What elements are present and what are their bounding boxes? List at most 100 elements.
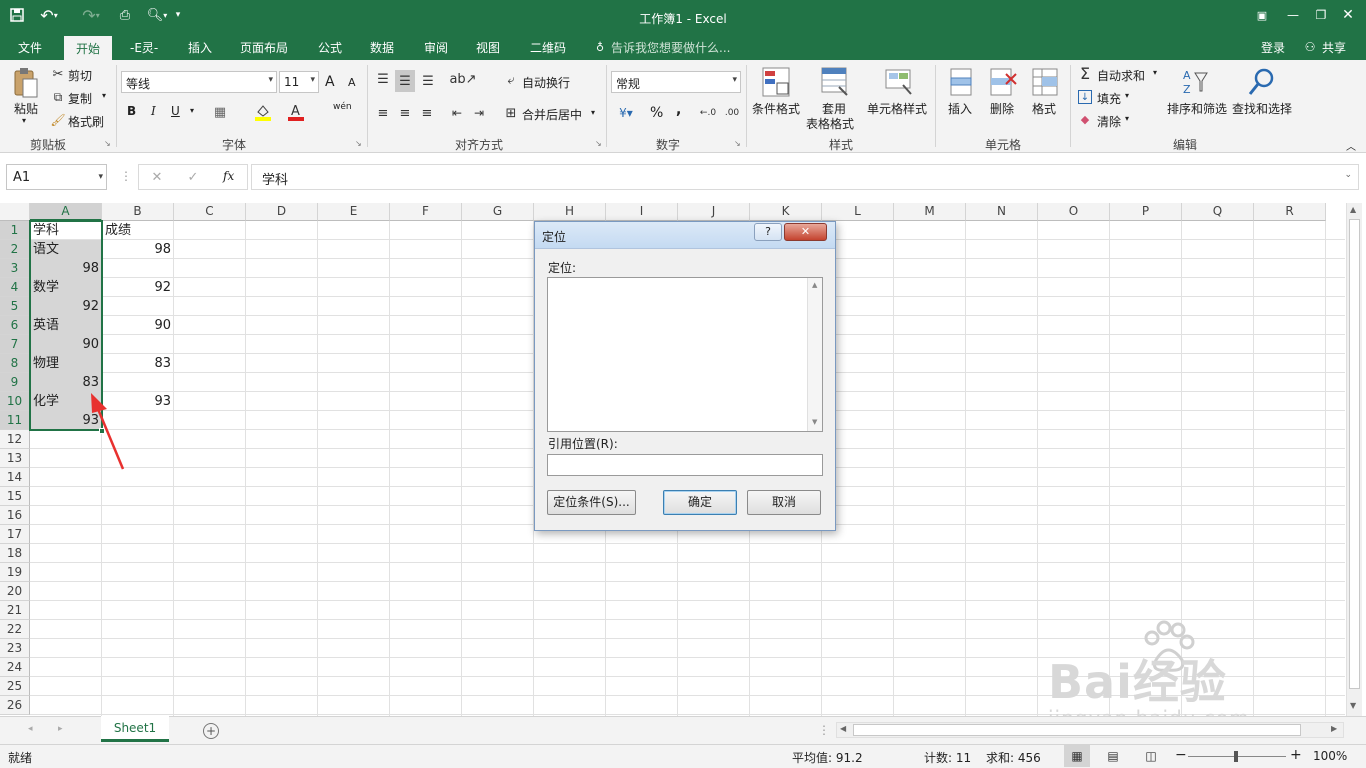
format-painter-button[interactable]: 格式刷 bbox=[68, 113, 104, 130]
cell-b4[interactable]: 92 bbox=[102, 278, 174, 297]
align-right-icon[interactable]: ≡ bbox=[418, 104, 436, 122]
close-icon[interactable]: ✕ bbox=[1340, 7, 1356, 23]
cell-b8[interactable]: 83 bbox=[102, 354, 174, 373]
row-header-16[interactable]: 16 bbox=[0, 506, 30, 525]
cell-b1[interactable]: 成绩 bbox=[102, 221, 174, 240]
paste-dropdown-icon[interactable]: ▾ bbox=[22, 116, 26, 125]
row-header-9[interactable]: 9 bbox=[0, 373, 30, 392]
cut-button[interactable]: 剪切 bbox=[68, 67, 92, 84]
copy-dropdown-icon[interactable]: ▾ bbox=[102, 91, 106, 100]
row-header-26[interactable]: 26 bbox=[0, 696, 30, 715]
tab-eling[interactable]: -E灵- bbox=[130, 39, 158, 56]
merge-center-icon[interactable]: ⊞ bbox=[502, 104, 520, 122]
copy-icon[interactable]: ⧉ bbox=[50, 89, 66, 105]
select-all-corner[interactable] bbox=[0, 203, 30, 221]
cell-a2[interactable]: 语文 bbox=[30, 240, 102, 259]
clear-dropdown-icon[interactable]: ▾ bbox=[1125, 114, 1129, 123]
goto-listbox[interactable]: ▲ ▼ bbox=[547, 277, 823, 432]
insert-cells-button[interactable]: 插入 bbox=[948, 100, 972, 117]
align-bottom-icon[interactable]: ☰ bbox=[419, 72, 437, 90]
row-header-11[interactable]: 11 bbox=[0, 411, 30, 430]
row-header-2[interactable]: 2 bbox=[0, 240, 30, 259]
align-middle-icon[interactable]: ☰ bbox=[395, 70, 415, 92]
font-name-combo[interactable]: 等线 ▾ bbox=[121, 71, 277, 93]
copy-button[interactable]: 复制 bbox=[68, 90, 92, 107]
row-header-15[interactable]: 15 bbox=[0, 487, 30, 506]
dialog-close-button[interactable]: ✕ bbox=[784, 223, 827, 241]
row-header-6[interactable]: 6 bbox=[0, 316, 30, 335]
number-launcher-icon[interactable]: ↘ bbox=[734, 139, 741, 148]
find-select-icon[interactable] bbox=[1246, 66, 1276, 98]
page-layout-view-icon[interactable]: ▤ bbox=[1104, 747, 1122, 765]
maximize-icon[interactable]: ❐ bbox=[1313, 7, 1329, 23]
prev-sheet-icon[interactable]: ◂ bbox=[28, 724, 33, 734]
row-header-1[interactable]: 1 bbox=[0, 221, 30, 240]
column-header-h[interactable]: H bbox=[534, 203, 606, 221]
underline-dropdown-icon[interactable]: ▾ bbox=[190, 106, 194, 115]
border-icon[interactable]: ▦ bbox=[212, 104, 228, 120]
fill-down-icon[interactable]: ↓ bbox=[1078, 90, 1092, 104]
cell-b2[interactable]: 98 bbox=[102, 240, 174, 259]
format-cells-button[interactable]: 格式 bbox=[1032, 100, 1056, 117]
row-header-4[interactable]: 4 bbox=[0, 278, 30, 297]
listbox-scrollbar[interactable]: ▲ ▼ bbox=[807, 278, 822, 431]
wrap-text-button[interactable]: 自动换行 bbox=[522, 74, 570, 91]
clear-button[interactable]: 清除 bbox=[1097, 113, 1121, 130]
phonetic-button[interactable]: wén bbox=[333, 102, 352, 112]
reference-input[interactable] bbox=[547, 454, 823, 476]
cell-a5[interactable]: 92 bbox=[30, 297, 102, 316]
cell-styles-icon[interactable] bbox=[884, 66, 914, 98]
dialog-help-button[interactable]: ? bbox=[754, 223, 782, 241]
cell-b6[interactable]: 90 bbox=[102, 316, 174, 335]
row-header-13[interactable]: 13 bbox=[0, 449, 30, 468]
font-color-icon[interactable]: A bbox=[287, 103, 305, 121]
merge-dropdown-icon[interactable]: ▾ bbox=[591, 108, 595, 117]
tab-file[interactable]: 文件 bbox=[18, 39, 42, 56]
italic-button[interactable]: I bbox=[151, 104, 156, 118]
cell-a6[interactable]: 英语 bbox=[30, 316, 102, 335]
column-header-g[interactable]: G bbox=[462, 203, 534, 221]
ok-button[interactable]: 确定 bbox=[663, 490, 737, 515]
column-header-e[interactable]: E bbox=[318, 203, 390, 221]
row-header-23[interactable]: 23 bbox=[0, 639, 30, 658]
insert-cells-icon[interactable] bbox=[946, 66, 976, 98]
align-center-icon[interactable]: ≡ bbox=[396, 104, 414, 122]
column-header-f[interactable]: F bbox=[390, 203, 462, 221]
row-header-5[interactable]: 5 bbox=[0, 297, 30, 316]
scroll-left-icon[interactable]: ◀ bbox=[840, 724, 846, 733]
cell-a8[interactable]: 物理 bbox=[30, 354, 102, 373]
zoom-in-button[interactable]: + bbox=[1290, 747, 1302, 763]
clipboard-launcher-icon[interactable]: ↘ bbox=[104, 139, 111, 148]
cell-styles-button[interactable]: 单元格样式 bbox=[867, 100, 927, 117]
row-header-14[interactable]: 14 bbox=[0, 468, 30, 487]
row-header-17[interactable]: 17 bbox=[0, 525, 30, 544]
autosum-icon[interactable]: Σ bbox=[1077, 64, 1093, 83]
align-top-icon[interactable]: ☰ bbox=[374, 70, 392, 88]
bold-button[interactable]: B bbox=[127, 104, 136, 118]
underline-button[interactable]: U bbox=[171, 104, 180, 118]
confirm-entry-icon[interactable]: ✓ bbox=[185, 169, 201, 185]
add-sheet-icon[interactable]: + bbox=[203, 723, 219, 739]
tell-me-box[interactable]: 告诉我您想要做什么... bbox=[611, 39, 730, 56]
find-select-button[interactable]: 查找和选择 bbox=[1232, 100, 1292, 117]
tab-view[interactable]: 视图 bbox=[476, 39, 500, 56]
increase-decimal-icon[interactable]: ←.0 bbox=[698, 104, 718, 122]
minimize-icon[interactable]: — bbox=[1285, 7, 1301, 23]
column-header-c[interactable]: C bbox=[174, 203, 246, 221]
column-header-o[interactable]: O bbox=[1038, 203, 1110, 221]
column-header-a[interactable]: A bbox=[30, 203, 102, 221]
vertical-scroll-thumb[interactable] bbox=[1349, 219, 1360, 689]
column-header-l[interactable]: L bbox=[822, 203, 894, 221]
column-header-q[interactable]: Q bbox=[1182, 203, 1254, 221]
row-header-20[interactable]: 20 bbox=[0, 582, 30, 601]
horizontal-scroll-thumb[interactable] bbox=[853, 724, 1301, 736]
cancel-button[interactable]: 取消 bbox=[747, 490, 821, 515]
comma-button[interactable]: , bbox=[676, 102, 681, 118]
conditional-formatting-button[interactable]: 条件格式 bbox=[752, 100, 800, 117]
row-header-10[interactable]: 10 bbox=[0, 392, 30, 411]
tab-insert[interactable]: 插入 bbox=[188, 39, 212, 56]
column-header-r[interactable]: R bbox=[1254, 203, 1326, 221]
autosum-dropdown-icon[interactable]: ▾ bbox=[1153, 68, 1157, 77]
row-header-21[interactable]: 21 bbox=[0, 601, 30, 620]
insert-function-button[interactable]: fx bbox=[223, 169, 234, 183]
